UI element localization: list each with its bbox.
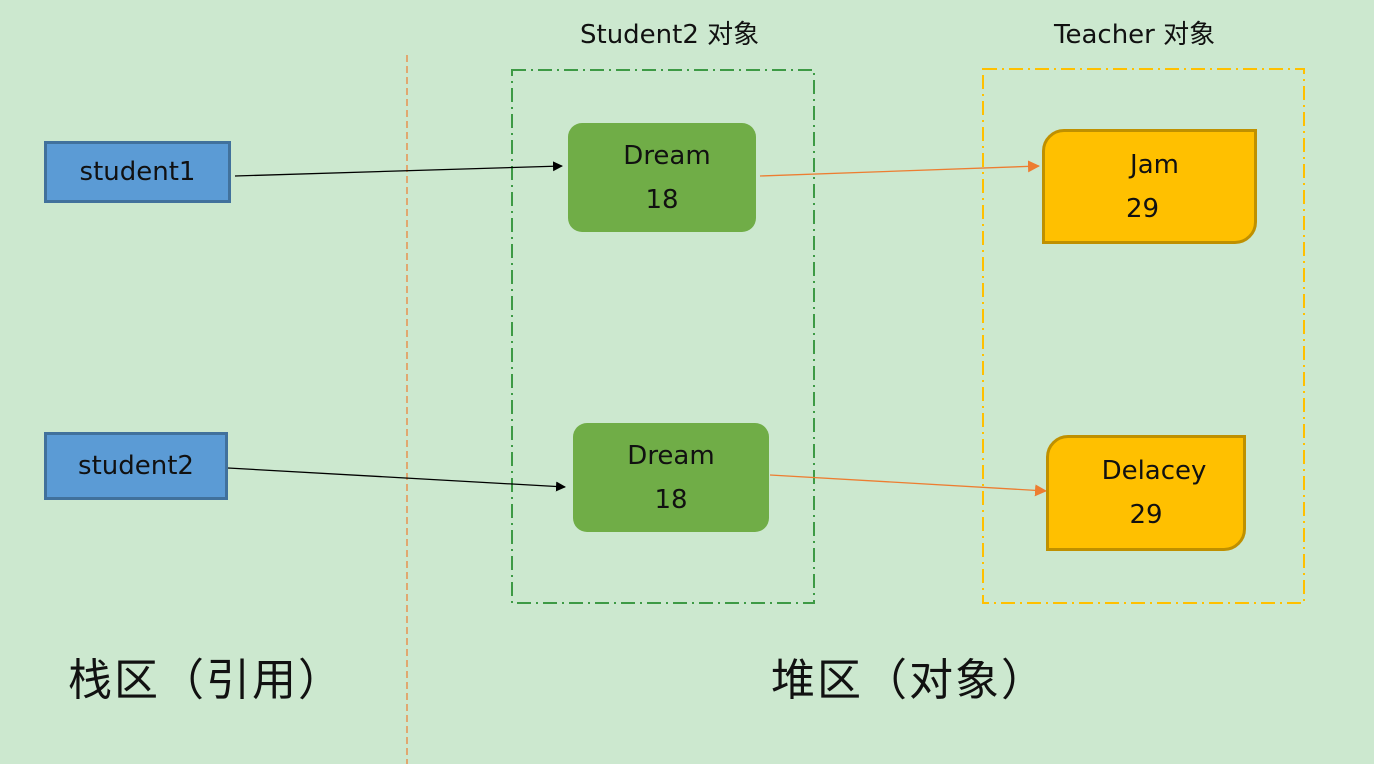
teacher-age: 29 <box>1125 193 1160 224</box>
arrow-student2-to-dream <box>227 467 566 492</box>
heap-region-label: 堆区（对象） <box>771 655 1047 706</box>
student-name: Dream <box>623 140 711 171</box>
student2-group-label: Student2 对象 <box>580 20 760 50</box>
teacher-object-delacey[interactable]: Delacey 29 <box>1046 435 1246 551</box>
teacher-group-label: Teacher 对象 <box>1054 20 1216 50</box>
arrow-dream-to-jam <box>759 160 1040 177</box>
reference-student1[interactable]: student1 <box>44 141 231 203</box>
student-age: 18 <box>645 184 679 215</box>
stack-region-label: 栈区（引用） <box>68 655 344 706</box>
reference-student2[interactable]: student2 <box>44 432 228 500</box>
reference-label: student2 <box>78 451 194 481</box>
student-age: 18 <box>654 484 688 515</box>
teacher-object-jam[interactable]: Jam 29 <box>1042 129 1257 244</box>
reference-label: student1 <box>79 157 196 187</box>
teacher-name: Delacey <box>1101 456 1207 486</box>
student-name: Dream <box>627 440 715 471</box>
student-object-1[interactable]: Dream 18 <box>568 123 756 232</box>
teacher-name: Jam <box>1130 149 1179 180</box>
teacher-age: 29 <box>1129 500 1163 530</box>
student-object-2[interactable]: Dream 18 <box>573 423 769 532</box>
arrow-dream-to-delacey <box>769 474 1047 497</box>
